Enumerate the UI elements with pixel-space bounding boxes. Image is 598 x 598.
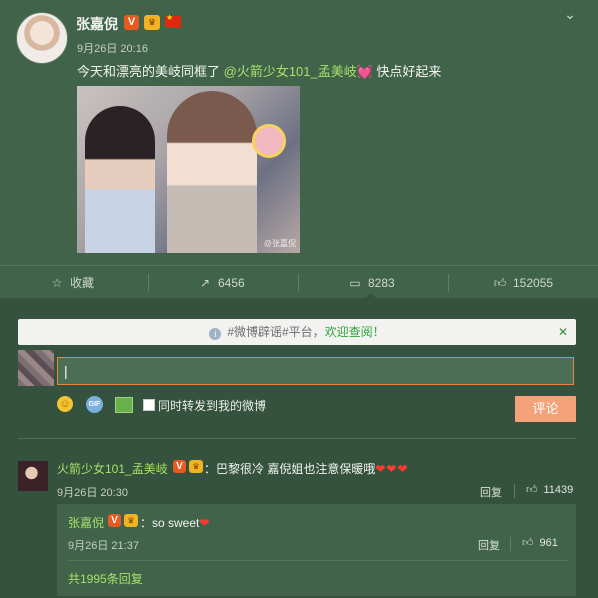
post-time[interactable]: 9月26日 20:16	[77, 40, 148, 56]
reply-text: ：so sweet❤	[140, 514, 209, 531]
like-count: 152055	[513, 276, 554, 290]
verified-badge-icon[interactable]: V	[124, 15, 139, 30]
verified-badge-icon[interactable]: V	[108, 514, 121, 527]
reply-like-separator	[514, 484, 515, 498]
comment-like-count: 11439	[543, 484, 574, 496]
photo-watermark: @张嘉倪	[263, 239, 296, 248]
emoji-icon[interactable]: ☺	[57, 396, 73, 412]
reply-author-name[interactable]: 张嘉倪	[68, 514, 104, 531]
reply-button[interactable]: 回复	[480, 484, 502, 500]
photo-person-left	[85, 106, 155, 253]
author-avatar[interactable]	[16, 12, 68, 64]
vip-crown-icon[interactable]: ♛	[189, 460, 203, 473]
action-bar: ☆ 收藏 ↗ 6456 ▭ 8283 👍︎ 152055	[0, 268, 598, 298]
forward-checkbox[interactable]	[143, 399, 155, 411]
comment-text: ：巴黎很冷 嘉倪姐也注意保暖哦❤❤❤	[204, 460, 409, 477]
reply-like-button[interactable]: 👍︎ 961	[522, 536, 558, 549]
submit-comment-button[interactable]: 评论	[515, 396, 576, 422]
post-text: 今天和漂亮的美岐同框了 @火箭少女101_孟美岐💓 快点好起来	[77, 61, 441, 80]
reply-time: 9月26日 21:37	[68, 540, 139, 552]
comment-icon: ▭	[349, 276, 361, 290]
reply-like-separator	[510, 537, 511, 551]
forward-checkbox-label[interactable]: 同时转发到我的微博	[158, 397, 266, 414]
comment-time: 9月26日 20:30	[57, 487, 128, 499]
author-name[interactable]: 张嘉倪	[76, 14, 118, 34]
post-text-after: 快点好起来	[372, 64, 442, 79]
my-avatar	[18, 350, 54, 386]
comment-pointer-caret	[365, 293, 377, 299]
info-icon: i	[209, 328, 222, 340]
reply-body: ：so sweet	[140, 516, 200, 530]
heart-emoji-icon: ❤	[199, 516, 210, 530]
thumbs-up-icon: 👍︎	[522, 537, 534, 549]
reply-like-count: 961	[539, 537, 558, 549]
action-separator	[148, 274, 149, 292]
comment-input[interactable]: |	[57, 357, 574, 385]
favorite-label: 收藏	[70, 276, 95, 290]
verified-badge-icon[interactable]: V	[173, 460, 186, 473]
star-icon: ☆	[51, 276, 63, 290]
heart-emoji-icon: 💓	[356, 64, 373, 79]
forward-icon: ↗	[199, 276, 211, 290]
photo-person-right	[167, 91, 257, 253]
reply-divider	[68, 560, 568, 561]
thumbs-up-icon: 👍︎	[526, 484, 538, 496]
forward-button[interactable]: ↗ 6456	[198, 268, 245, 298]
chevron-down-icon[interactable]: ⌄	[562, 6, 578, 22]
action-separator	[448, 274, 449, 292]
vip-crown-icon[interactable]: ♛	[144, 15, 160, 30]
image-icon[interactable]	[115, 397, 133, 413]
post-mention-link[interactable]: @火箭少女101_孟美岐	[224, 64, 357, 79]
rumor-notice-banner: i #微博辟谣#平台，欢迎查阅！ ✕	[18, 319, 576, 345]
notice-text: #微博辟谣#平台，	[227, 325, 325, 339]
commenter-avatar[interactable]	[18, 461, 48, 491]
comments-divider	[18, 438, 576, 439]
comment-body: ：巴黎很冷 嘉倪姐也注意保暖哦	[204, 462, 376, 476]
vip-crown-icon[interactable]: ♛	[124, 514, 138, 527]
actions-divider	[0, 265, 598, 266]
action-separator	[298, 274, 299, 292]
favorite-button[interactable]: ☆ 收藏	[50, 268, 94, 298]
photo-flower-prop	[252, 124, 286, 158]
reply-button[interactable]: 回复	[478, 537, 500, 553]
china-flag-icon	[165, 13, 181, 28]
comment-like-button[interactable]: 👍︎ 11439	[526, 483, 573, 496]
like-button[interactable]: 👍︎ 152055	[493, 268, 553, 298]
post-photo[interactable]: @张嘉倪	[77, 86, 300, 253]
heart-emoji-icon: ❤❤❤	[375, 462, 409, 476]
thumbs-up-icon: 👍︎	[493, 276, 507, 290]
commenter-name[interactable]: 火箭少女101_孟美岐	[57, 460, 168, 477]
forward-count: 6456	[218, 276, 245, 290]
notice-link[interactable]: 欢迎查阅！	[325, 325, 385, 339]
comment-count: 8283	[368, 276, 395, 290]
weibo-post-card: 张嘉倪 V ♛ ⌄ 9月26日 20:16 今天和漂亮的美岐同框了 @火箭少女1…	[0, 0, 598, 598]
gif-icon[interactable]: GIF	[86, 396, 103, 413]
total-replies-link[interactable]: 共1995条回复	[68, 570, 143, 587]
close-icon[interactable]: ✕	[558, 319, 568, 345]
post-text-before: 今天和漂亮的美岐同框了	[77, 64, 224, 79]
